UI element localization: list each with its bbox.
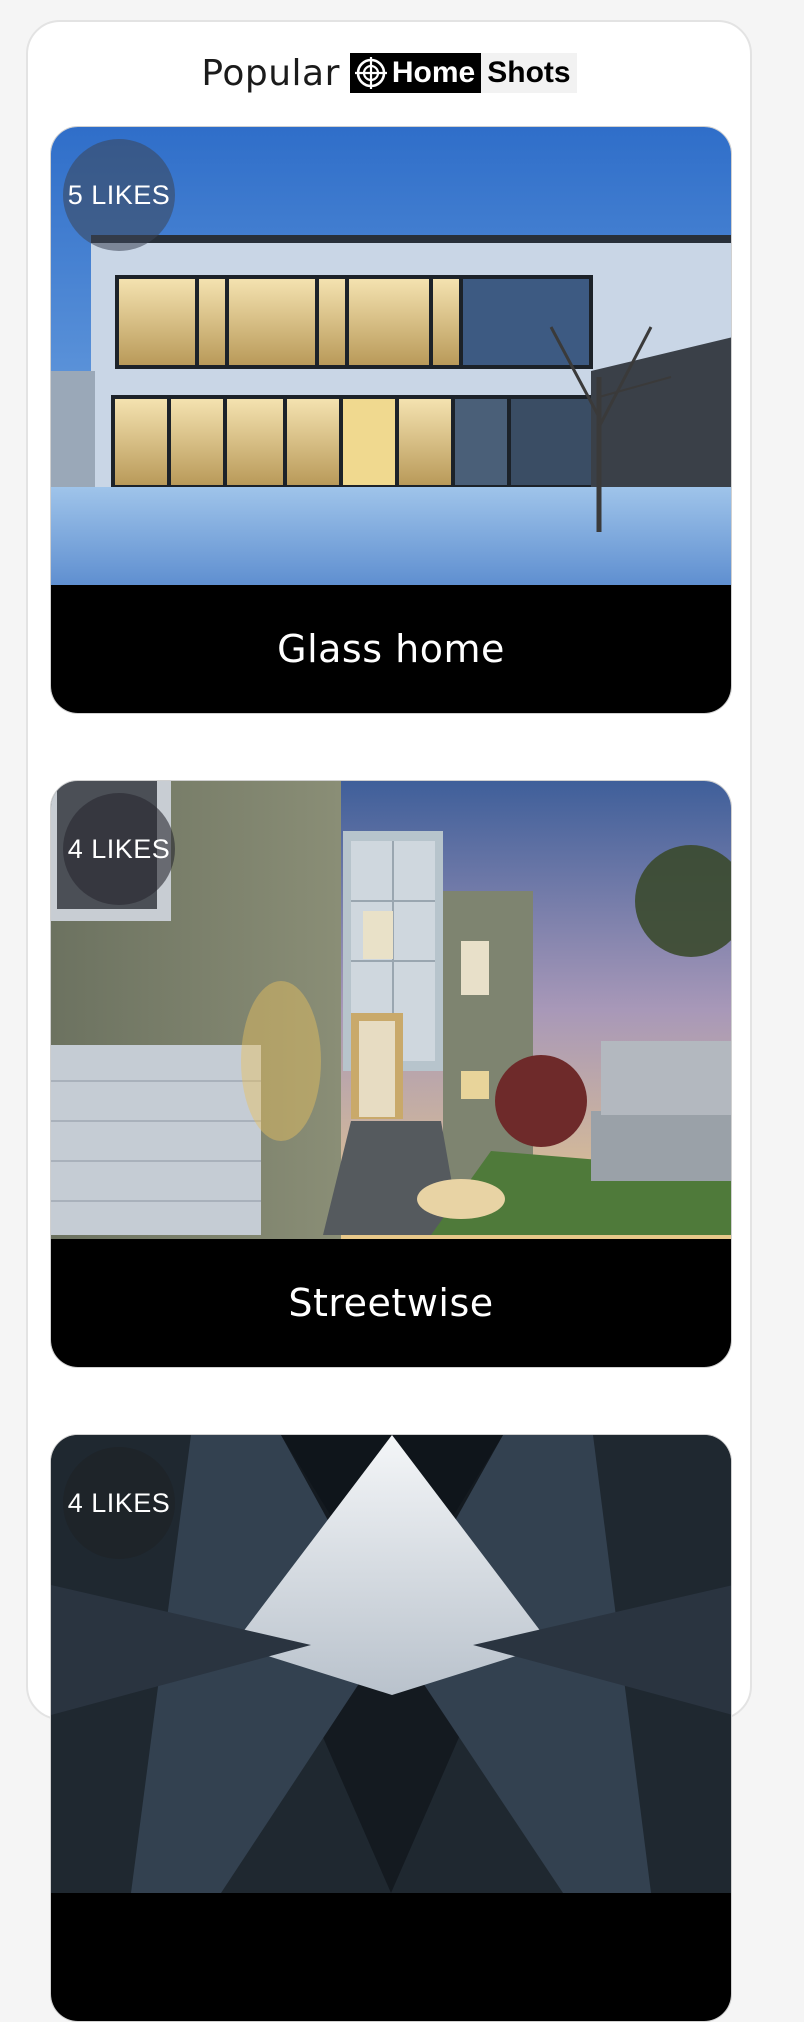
brand-home-text: Home bbox=[391, 56, 476, 89]
likes-badge: 4 LIKES bbox=[63, 1447, 175, 1559]
page-title: Popular bbox=[201, 52, 340, 94]
popular-panel: Popular Home Shots 5 LIKES Glass home 4 … bbox=[26, 20, 752, 2022]
card-title bbox=[51, 1893, 731, 2021]
likes-badge: 5 LIKES bbox=[63, 139, 175, 251]
brand-shots-text: Shots bbox=[481, 53, 577, 93]
card-title: Streetwise bbox=[51, 1239, 731, 1367]
home-card[interactable]: 4 LIKES Streetwise bbox=[50, 780, 732, 1368]
home-photo[interactable]: 5 LIKES bbox=[51, 127, 731, 585]
brand-logo-home: Home bbox=[349, 53, 482, 93]
home-card[interactable]: 4 LIKES bbox=[50, 1434, 732, 2022]
panel-header: Popular Home Shots bbox=[28, 48, 750, 98]
likes-badge: 4 LIKES bbox=[63, 793, 175, 905]
card-title: Glass home bbox=[51, 585, 731, 713]
home-photo[interactable]: 4 LIKES bbox=[51, 1435, 731, 1893]
home-card[interactable]: 5 LIKES Glass home bbox=[50, 126, 732, 714]
home-photo[interactable]: 4 LIKES bbox=[51, 781, 731, 1239]
crosshair-icon bbox=[354, 57, 387, 89]
brand-logo: Home Shots bbox=[349, 53, 577, 93]
